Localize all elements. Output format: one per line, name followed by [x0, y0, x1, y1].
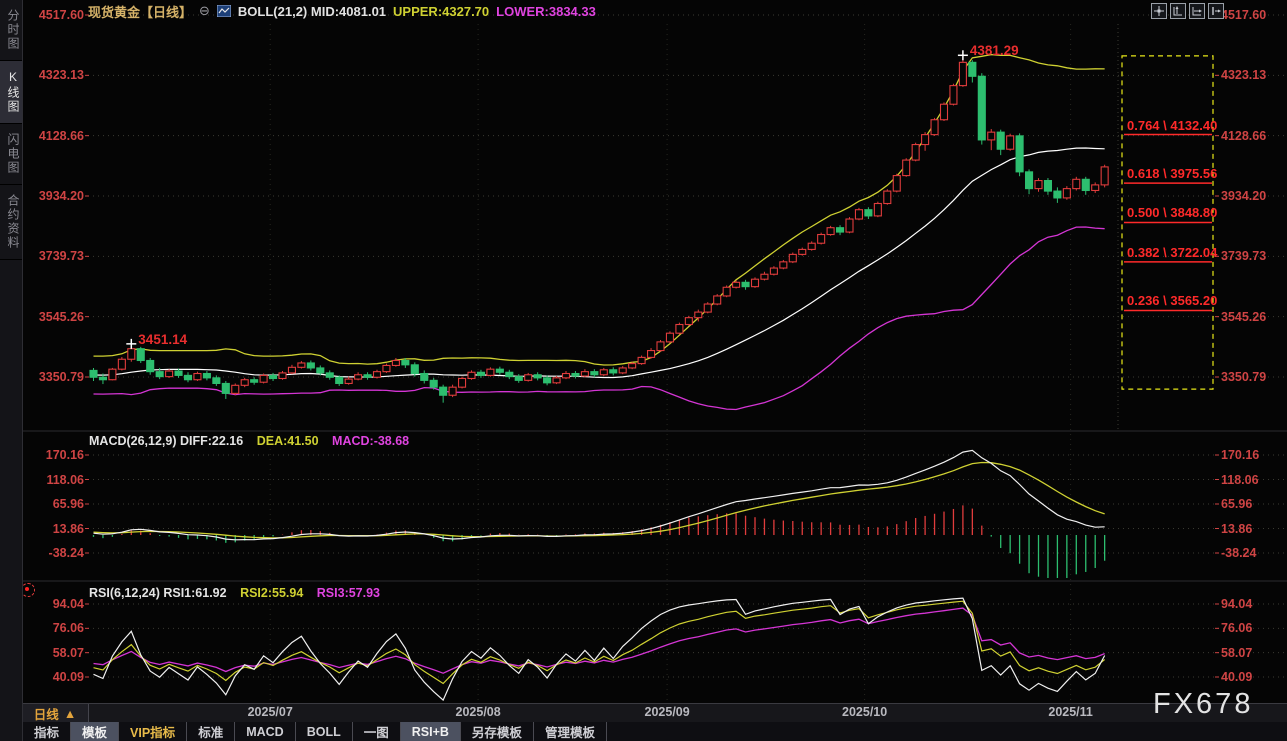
boll-lower-value: LOWER:3834.33: [496, 4, 596, 19]
sidebar-tab-0[interactable]: 分时图: [0, 0, 22, 61]
boll-upper-value: UPPER:4327.70: [393, 4, 489, 19]
macd-diff-value: MACD(26,12,9) DIFF:22.16: [89, 434, 243, 448]
macd-panel: [94, 450, 1105, 581]
scale-right-icon[interactable]: [1189, 3, 1205, 19]
rsi-panel-marker-icon[interactable]: [21, 583, 35, 597]
main-price-panel: [90, 55, 1108, 410]
trading-app: 分时图K线图闪电图合约资料 0.764 \ 4132.400.618 \ 397…: [0, 0, 1287, 741]
x-axis-month-label: 2025/09: [625, 705, 709, 719]
toolbar-item-4[interactable]: MACD: [235, 722, 296, 741]
period-selector[interactable]: 日线 ▲: [22, 704, 89, 723]
sidebar-tab-3[interactable]: 合约资料: [0, 185, 22, 260]
rsi-panel: [94, 598, 1105, 700]
macd-dea-value: DEA:41.50: [257, 434, 319, 448]
x-axis-month-label: 2025/08: [436, 705, 520, 719]
sidebar-tab-2[interactable]: 闪电图: [0, 124, 22, 185]
macd-macd-value: MACD:-38.68: [332, 434, 409, 448]
axis-ticks: [85, 15, 1219, 677]
toolbar-item-9[interactable]: 管理模板: [534, 722, 607, 741]
sidebar: 分时图K线图闪电图合约资料: [0, 0, 23, 741]
rsi2-value: RSI2:55.94: [240, 586, 303, 600]
sidebar-tab-1[interactable]: K线图: [0, 61, 22, 124]
scale-up-icon[interactable]: [1170, 3, 1186, 19]
rsi3-value: RSI3:57.93: [317, 586, 380, 600]
toolbar-item-0[interactable]: 指标: [22, 722, 71, 741]
mini-chart-icon[interactable]: [217, 5, 231, 17]
peak-marker: [958, 50, 968, 60]
chart-toolbar-icons: [1151, 3, 1224, 19]
toolbar-item-8[interactable]: 另存模板: [461, 722, 534, 741]
toolbar-item-3[interactable]: 标准: [187, 722, 235, 741]
toolbar-item-5[interactable]: BOLL: [296, 722, 353, 741]
x-axis-month-label: 2025/11: [1029, 705, 1113, 719]
x-axis-month-label: 2025/10: [823, 705, 907, 719]
toolbar-item-6[interactable]: 一图: [353, 722, 401, 741]
x-axis-row: 日线 ▲ 2025/07 2025/08 2025/09 2025/10 2025/11: [22, 703, 1287, 724]
rsi-legend: RSI(6,12,24) RSI1:61.92 RSI2:55.94 RSI3:…: [89, 586, 390, 600]
boll-mid-value: BOLL(21,2) MID:4081.01: [238, 4, 386, 19]
toolbar-item-7[interactable]: RSI+B: [401, 722, 461, 741]
pane-expand-icon[interactable]: [1208, 3, 1224, 19]
chart-header: 现货黄金【日线】 ⊖ BOLL(21,2) MID:4081.01 UPPER:…: [88, 2, 596, 20]
bottom-toolbar: 指标模板VIP指标标准MACDBOLL一图RSI+B另存模板管理模板: [22, 722, 1287, 741]
toolbar-item-2[interactable]: VIP指标: [119, 722, 187, 741]
gridlines: [22, 15, 1287, 708]
instrument-title: 现货黄金【日线】: [88, 2, 192, 21]
crosshair-icon[interactable]: [1151, 3, 1167, 19]
rsi1-value: RSI(6,12,24) RSI1:61.92: [89, 586, 227, 600]
macd-legend: MACD(26,12,9) DIFF:22.16 DEA:41.50 MACD:…: [89, 434, 419, 448]
collapse-legend-icon[interactable]: ⊖: [199, 3, 210, 19]
fibonacci-retracement: [1122, 56, 1213, 389]
chart-canvas: [0, 0, 1287, 741]
toolbar-item-1[interactable]: 模板: [71, 722, 119, 741]
x-axis-month-label: 2025/07: [228, 705, 312, 719]
period-arrow-icon: ▲: [64, 707, 76, 721]
period-label: 日线: [34, 704, 59, 723]
peak-marker: [126, 339, 136, 349]
